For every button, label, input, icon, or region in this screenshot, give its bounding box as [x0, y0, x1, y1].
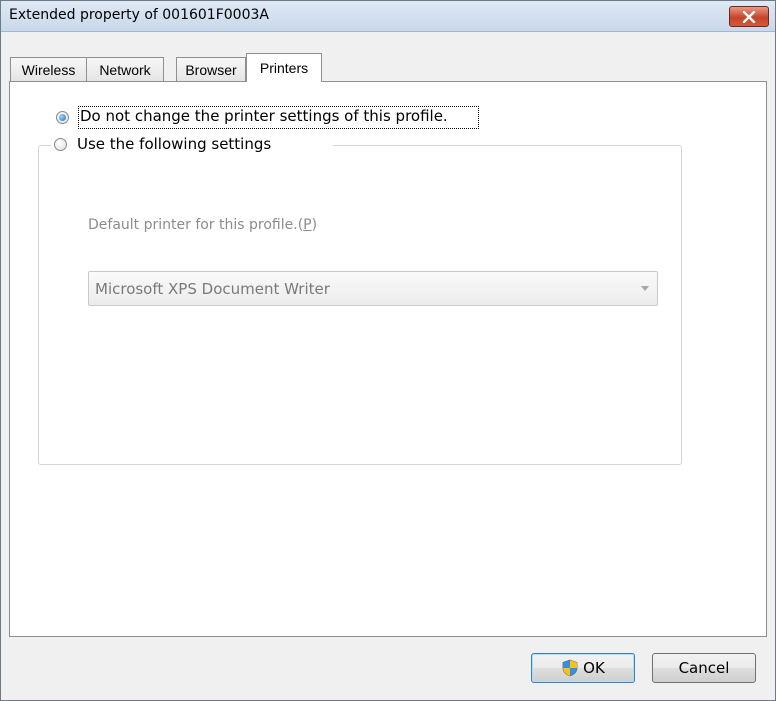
- default-printer-label: Default printer for this profile.(P): [88, 217, 317, 233]
- tab-network[interactable]: Network: [86, 57, 164, 81]
- dialog-window: Extended property of 001601F0003A Wirele…: [0, 0, 776, 701]
- chevron-down-icon: [641, 286, 649, 291]
- no-change-label[interactable]: Do not change the printer settings of th…: [80, 107, 448, 125]
- tab-browser[interactable]: Browser: [176, 57, 246, 81]
- ok-button[interactable]: OK: [531, 653, 635, 683]
- mnemonic-key: P: [303, 217, 312, 233]
- cancel-label: Cancel: [678, 659, 730, 677]
- close-button[interactable]: [729, 6, 769, 27]
- mnemonic-close: ): [311, 217, 318, 233]
- use-following-label[interactable]: Use the following settings: [77, 135, 271, 153]
- window-title: Extended property of 001601F0003A: [9, 7, 269, 23]
- tab-printers[interactable]: Printers: [246, 53, 322, 82]
- tab-network-label: Network: [99, 61, 151, 78]
- uac-shield-icon: [562, 659, 578, 677]
- default-printer-mnemonic: (P): [298, 217, 317, 233]
- title-bar[interactable]: Extended property of 001601F0003A: [1, 1, 775, 32]
- no-change-radio[interactable]: [56, 111, 69, 124]
- default-printer-value: Microsoft XPS Document Writer: [95, 280, 330, 298]
- tab-printers-label: Printers: [259, 60, 309, 76]
- tab-wireless[interactable]: Wireless: [10, 57, 87, 81]
- use-following-radio[interactable]: [54, 138, 67, 151]
- tab-browser-label: Browser: [185, 61, 237, 78]
- tab-wireless-label: Wireless: [21, 61, 76, 78]
- default-printer-label-text: Default printer for this profile.: [88, 217, 298, 233]
- default-printer-dropdown[interactable]: Microsoft XPS Document Writer: [88, 271, 658, 306]
- ok-label: OK: [583, 659, 605, 677]
- cancel-button[interactable]: Cancel: [652, 653, 756, 683]
- close-icon: [742, 10, 756, 23]
